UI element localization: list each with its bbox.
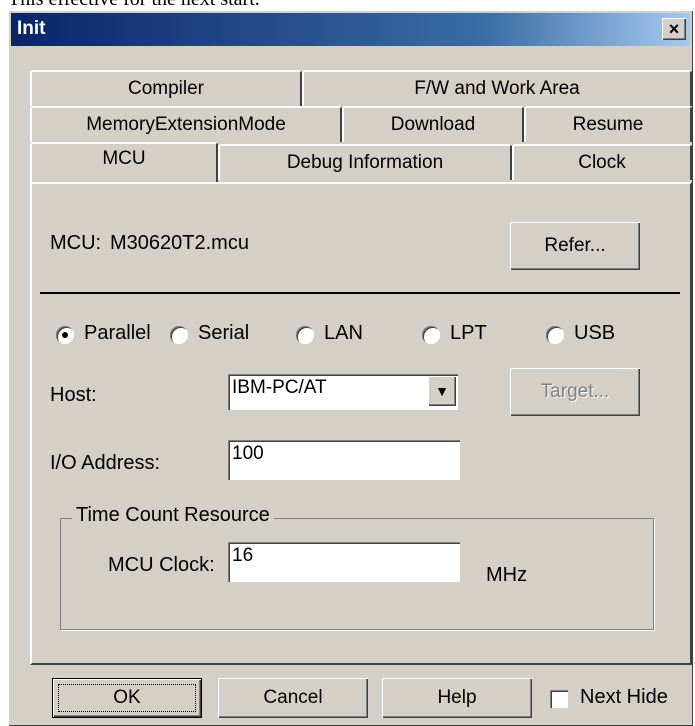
radio-parallel-label[interactable]: Parallel [84, 322, 151, 345]
close-button[interactable]: × [662, 18, 686, 40]
radio-serial[interactable] [170, 326, 188, 344]
host-select[interactable]: IBM-PC/AT ▼ [228, 374, 458, 410]
tab-resume[interactable]: Resume [524, 106, 692, 142]
separator [40, 292, 680, 294]
tab-mcu[interactable]: MCU [30, 142, 218, 182]
mcu-file-value: M30620T2.mcu [110, 232, 249, 254]
next-hide-label[interactable]: Next Hide [580, 686, 668, 709]
radio-serial-label[interactable]: Serial [198, 322, 249, 345]
tab-debug-information[interactable]: Debug Information [218, 144, 512, 180]
radio-usb[interactable] [546, 326, 564, 344]
tab-compiler[interactable]: Compiler [30, 70, 302, 106]
io-address-label: I/O Address: [50, 452, 161, 474]
title-bar[interactable]: Init × [11, 13, 690, 46]
ok-button-label: OK [113, 687, 141, 708]
time-count-group-label: Time Count Resource [72, 504, 274, 527]
radio-lpt[interactable] [422, 326, 440, 344]
radio-lan[interactable] [296, 326, 314, 344]
tab-download[interactable]: Download [342, 106, 524, 142]
radio-usb-label[interactable]: USB [574, 322, 615, 345]
radio-lpt-label[interactable]: LPT [450, 322, 487, 345]
chevron-down-icon[interactable]: ▼ [428, 376, 456, 406]
ok-button[interactable]: OK [52, 678, 202, 718]
mhz-unit-label: MHz [486, 564, 528, 586]
next-hide-checkbox[interactable] [550, 690, 568, 708]
radio-lan-label[interactable]: LAN [324, 322, 363, 345]
io-address-input[interactable]: 100 [228, 440, 460, 480]
init-dialog: Init × Compiler F/W and Work Area Memory… [8, 10, 693, 726]
mcu-tab-panel: MCU: M30620T2.mcu Refer... Parallel Seri… [30, 182, 692, 665]
help-button[interactable]: Help [382, 678, 532, 718]
mcu-label: MCU: [50, 232, 102, 254]
window-title: Init [17, 18, 46, 39]
host-label: Host: [50, 384, 97, 406]
radio-parallel[interactable] [56, 326, 74, 344]
host-select-value: IBM-PC/AT [232, 377, 327, 398]
mcu-clock-input[interactable]: 16 [228, 542, 460, 582]
tab-fw-work-area[interactable]: F/W and Work Area [302, 70, 692, 106]
refer-button[interactable]: Refer... [510, 222, 640, 270]
tab-memory-extension-mode[interactable]: MemoryExtensionMode [30, 106, 342, 142]
tab-clock[interactable]: Clock [512, 144, 692, 180]
cancel-button[interactable]: Cancel [218, 678, 368, 718]
mcu-clock-label: MCU Clock: [108, 554, 215, 576]
target-button: Target... [510, 368, 640, 416]
